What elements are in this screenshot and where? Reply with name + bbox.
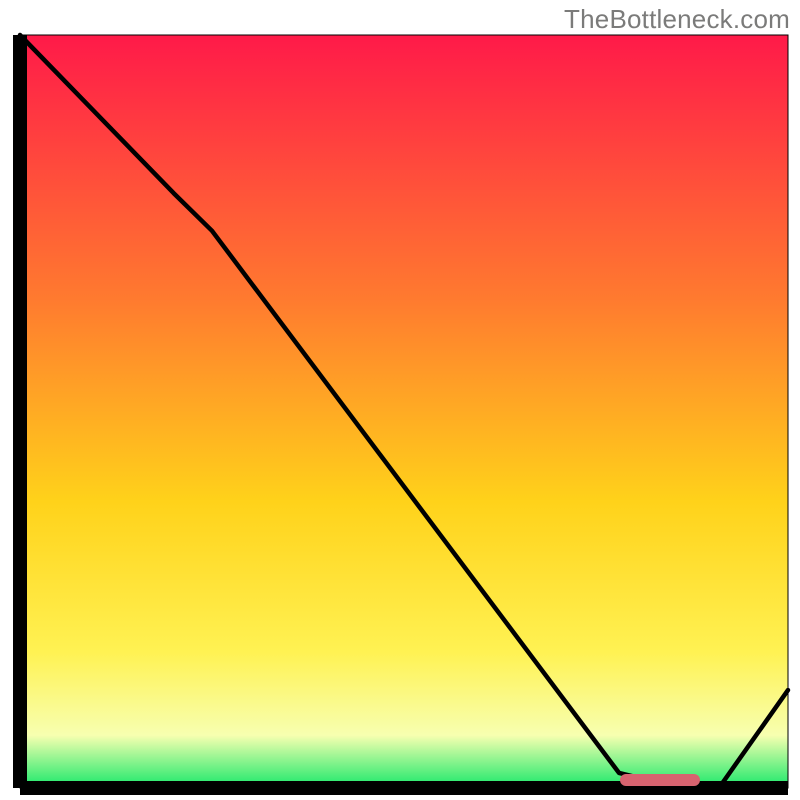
chart-container: TheBottleneck.com line bottleneck-curve … [0,0,800,800]
bottleneck-chart [0,0,800,800]
optimal-range-marker [620,774,700,786]
plot-background [20,35,788,788]
